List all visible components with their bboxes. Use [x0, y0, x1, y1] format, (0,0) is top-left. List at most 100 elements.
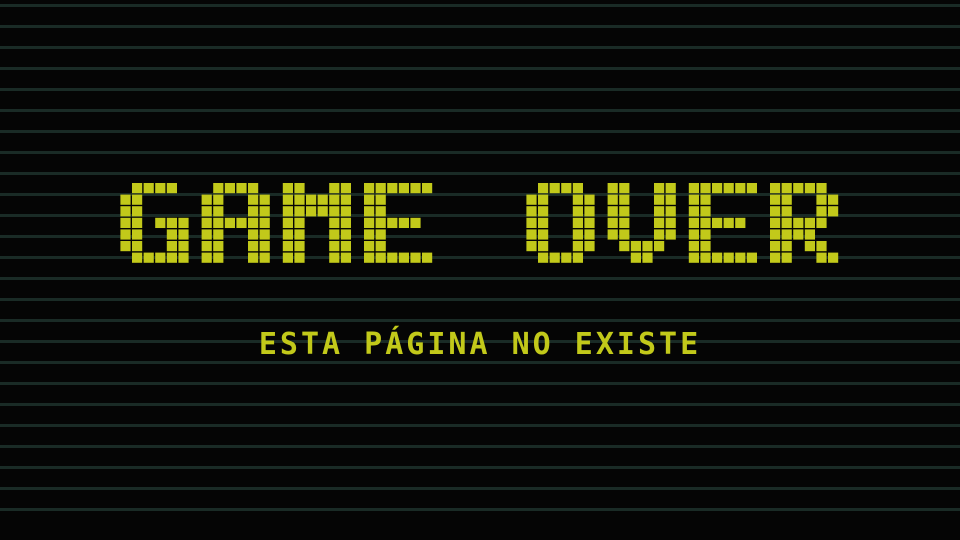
title-pixel: [398, 217, 409, 228]
title-pixel: [816, 241, 827, 252]
title-pixel: [340, 183, 351, 194]
title-pixel: [700, 229, 711, 240]
title-pixel: [735, 217, 746, 228]
title-pixel: [213, 217, 224, 228]
title-pixel: [572, 194, 583, 205]
title-pixel: [584, 241, 595, 252]
title-pixel: [120, 229, 131, 240]
title-pixel: [572, 229, 583, 240]
title-pixel: [224, 217, 235, 228]
title-pixel: [816, 183, 827, 194]
title-pixel: [236, 183, 247, 194]
title-pixel: [712, 183, 723, 194]
title-pixel: [120, 217, 131, 228]
title-pixel: [770, 194, 781, 205]
title-pixel: [282, 229, 293, 240]
title-pixel: [538, 194, 549, 205]
title-pixel: [282, 252, 293, 263]
title-pixel: [630, 252, 641, 263]
title-pixel: [723, 183, 734, 194]
title-pixel: [306, 206, 317, 217]
title-pixel: [155, 217, 166, 228]
title-pixel: [793, 217, 804, 228]
title-pixel: [712, 252, 723, 263]
title-pixel: [688, 183, 699, 194]
title-pixel: [584, 229, 595, 240]
title-pixel: [688, 252, 699, 263]
title-pixel: [178, 229, 189, 240]
title-pixel: [526, 229, 537, 240]
title-pixel: [120, 241, 131, 252]
title-pixel: [572, 241, 583, 252]
title-pixel: [572, 217, 583, 228]
title-pixel: [201, 252, 212, 263]
title-pixel: [538, 229, 549, 240]
title-pixel: [700, 217, 711, 228]
title-pixel: [364, 183, 375, 194]
title-pixel: [665, 206, 676, 217]
title-pixel: [607, 217, 618, 228]
title-pixel: [804, 217, 815, 228]
title-pixel: [770, 217, 781, 228]
title-pixel: [248, 206, 259, 217]
title-pixel: [688, 194, 699, 205]
title-pixel: [607, 194, 618, 205]
title-pixel: [584, 194, 595, 205]
title-pixel: [538, 252, 549, 263]
title-pixel: [213, 206, 224, 217]
title-pixel: [248, 183, 259, 194]
title-pixel: [166, 241, 177, 252]
title-pixel: [572, 252, 583, 263]
title-pixel: [294, 229, 305, 240]
title-pixel: [700, 206, 711, 217]
title-pixel: [387, 217, 398, 228]
title-pixel: [665, 229, 676, 240]
title-pixel: [236, 217, 247, 228]
title-pixel: [781, 217, 792, 228]
title-pixel: [549, 183, 560, 194]
title-pixel: [781, 183, 792, 194]
title-pixel: [329, 241, 340, 252]
title-pixel: [166, 252, 177, 263]
title-pixel: [619, 217, 630, 228]
title-pixel: [422, 252, 433, 263]
title-pixel: [538, 241, 549, 252]
title-pixel: [619, 229, 630, 240]
title-pixel: [317, 194, 328, 205]
title-pixel: [654, 241, 665, 252]
title-pixel: [654, 194, 665, 205]
title-pixel: [201, 217, 212, 228]
title-pixel: [561, 183, 572, 194]
title-pixel: [201, 206, 212, 217]
title-pixel: [340, 229, 351, 240]
title-pixel: [364, 229, 375, 240]
title-pixel: [654, 229, 665, 240]
title-pixel: [642, 252, 653, 263]
title-pixel: [329, 217, 340, 228]
title-pixel: [422, 183, 433, 194]
title-pixel: [746, 252, 757, 263]
title-pixel: [619, 241, 630, 252]
title-pixel: [132, 194, 143, 205]
title-pixel: [387, 252, 398, 263]
title-pixel: [294, 241, 305, 252]
title-pixel: [770, 183, 781, 194]
title-pixel: [364, 217, 375, 228]
title-pixel: [712, 217, 723, 228]
title-pixel: [120, 206, 131, 217]
title-pixel: [654, 206, 665, 217]
title-pixel: [770, 252, 781, 263]
title-pixel: [816, 194, 827, 205]
title-pixel: [781, 206, 792, 217]
title-pixel: [178, 217, 189, 228]
title-pixel: [201, 241, 212, 252]
title-pixel: [248, 194, 259, 205]
title-pixel: [282, 206, 293, 217]
title-pixel: [132, 217, 143, 228]
title-pixel: [329, 183, 340, 194]
title-pixel: [294, 194, 305, 205]
title-pixel: [375, 241, 386, 252]
title-pixel: [781, 241, 792, 252]
title-pixel: [735, 183, 746, 194]
title-pixel: [688, 241, 699, 252]
